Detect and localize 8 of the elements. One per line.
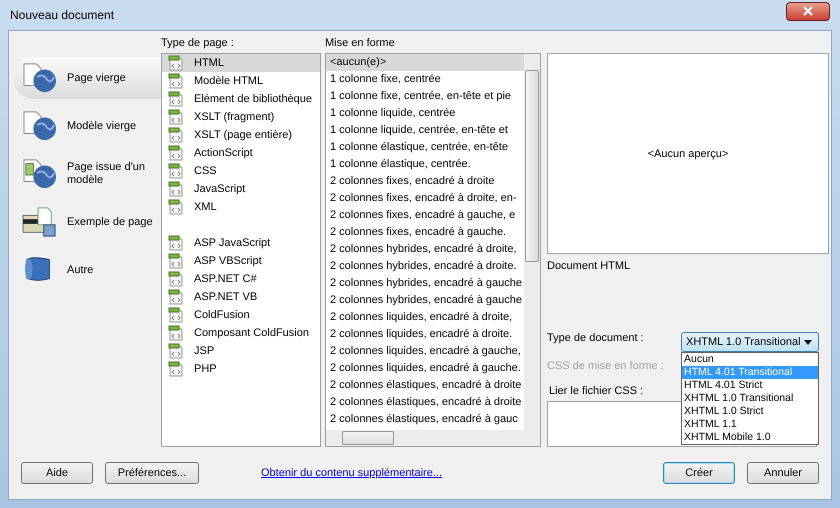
- window-title: Nouveau document: [10, 8, 116, 22]
- field-label: CSS de mise en forme :: [547, 360, 664, 372]
- preview-area: <Aucun aperçu>: [547, 53, 829, 254]
- field-label: Type de document :: [547, 332, 644, 344]
- preview-description: Document HTML: [547, 260, 632, 272]
- column-heading: Type de page :: [161, 37, 235, 51]
- field-label: Lier le fichier CSS :: [549, 385, 644, 398]
- column-heading: Mise en forme: [325, 37, 396, 51]
